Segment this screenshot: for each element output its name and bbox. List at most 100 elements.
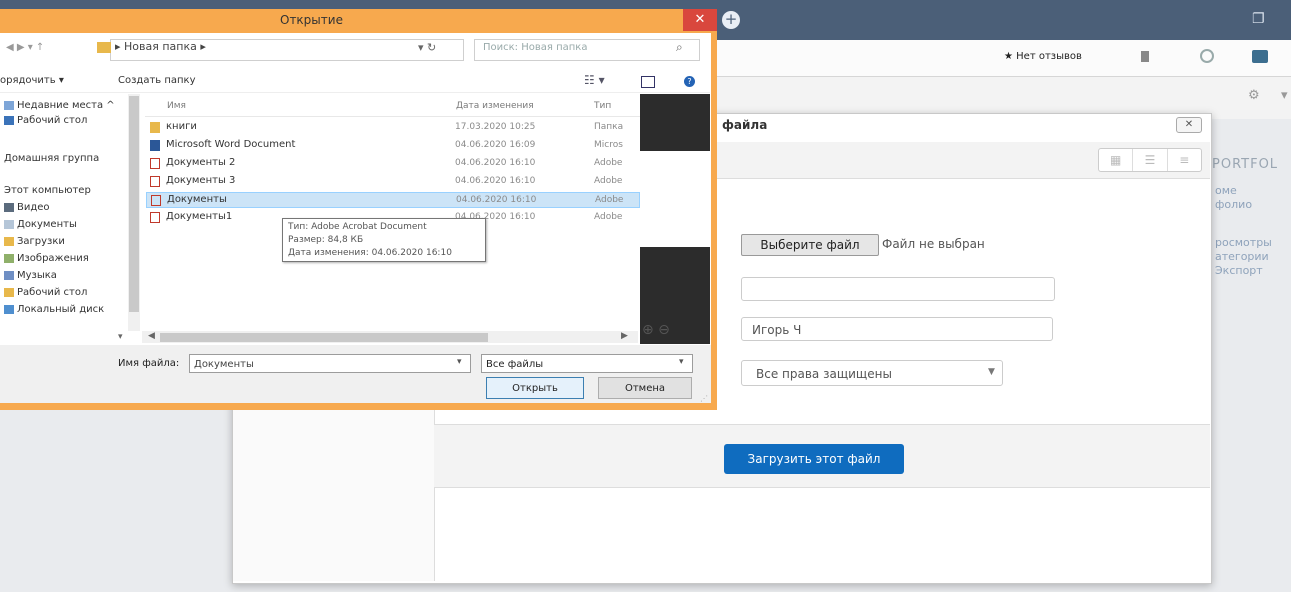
column-header-name[interactable]: Имя [167,101,186,111]
nav-item-homegroup[interactable]: Домашняя группа [0,153,99,164]
file-row[interactable]: Документы 2 04.06.2020 16:10 Adobe [146,156,640,172]
desktop-icon [4,115,14,125]
tree-view-icon[interactable]: ≡ [1168,149,1201,171]
file-row[interactable]: Microsoft Word Document 04.06.2020 16:09… [146,138,640,154]
file-type: Adobe [594,212,623,222]
extension-icon[interactable] [1252,50,1268,63]
file-date: 17.03.2020 10:25 [455,122,536,132]
breadcrumb[interactable]: ▸ Новая папка ▸ [115,40,206,53]
chevron-down-icon[interactable]: ▾ [457,357,462,367]
open-button[interactable]: Открыть [486,377,584,399]
file-row[interactable]: книги 17.03.2020 10:25 Папка [146,120,640,136]
settings-icon[interactable]: ⚙ [1248,88,1260,103]
tooltip-size: Размер: 84,8 КБ [288,235,364,245]
help-icon[interactable]: ? [684,76,695,87]
bookmark-icon[interactable] [1141,51,1149,62]
sidebar-link-home[interactable]: оме [1215,184,1237,197]
file-type: Adobe [595,195,624,205]
file-name: Документы 3 [166,175,236,186]
chevron-down-icon: ▼ [988,367,995,377]
dialog-close-button[interactable]: ✕ [683,9,717,31]
sidebar-link-views[interactable]: росмотры [1215,236,1272,249]
file-date: 04.06.2020 16:10 [455,158,536,168]
nav-item-desktop[interactable]: Рабочий стол [4,115,87,126]
pdf-icon [150,212,160,223]
nav-item-downloads[interactable]: Загрузки [4,236,65,247]
sidebar-heading: PORTFOL [1212,157,1279,172]
file-tooltip: Тип: Adobe Acrobat Document Размер: 84,8… [282,218,486,262]
grid-view-icon[interactable]: ▦ [1099,149,1134,171]
folder-icon [150,122,160,133]
video-icon [4,202,14,212]
window-restore-icon[interactable]: ❐ [1252,11,1265,27]
file-type-filter[interactable]: Все файлы [481,354,693,373]
nav-item-documents[interactable]: Документы [4,219,77,230]
modal-close-button[interactable]: ✕ [1176,117,1202,133]
nav-label: Документы [17,219,77,230]
nav-label: Рабочий стол [17,115,88,126]
nav-label: Загрузки [17,236,65,247]
file-type: Micros [594,140,623,150]
list-view-icon[interactable]: ☰ [1133,149,1168,171]
file-date: 04.06.2020 16:09 [455,140,536,150]
refresh-icon[interactable]: ▾ ↻ [418,41,436,54]
nav-label: Недавние места ^ [17,100,115,111]
nav-item-recent[interactable]: Недавние места ^ [4,100,115,111]
file-name: Microsoft Word Document [166,139,296,150]
chevron-down-icon[interactable]: ▾ [679,357,684,367]
nav-item-music[interactable]: Музыка [4,270,57,281]
organize-button[interactable]: орядочить ▾ [0,75,64,86]
file-name: Документы [167,194,227,205]
nav-item-computer[interactable]: Этот компьютер [0,185,91,196]
pdf-icon [151,195,161,206]
nav-label: Локальный диск [17,304,105,315]
scroll-right-icon[interactable]: ▶ [621,331,628,341]
upload-file-button[interactable]: Загрузить этот файл [724,444,904,474]
change-view-icon[interactable]: ☷ ▾ [584,73,605,87]
file-name-input[interactable]: Документы [189,354,471,373]
file-name-label: Имя файла: [118,358,180,369]
nav-item-local-disk[interactable]: Локальный диск [4,304,104,315]
preview-page [640,151,710,247]
pdf-icon [150,158,160,169]
pictures-icon [4,253,14,263]
nav-item-pictures[interactable]: Изображения [4,253,89,264]
pdf-icon [150,176,160,187]
file-list-scrollbar-thumb[interactable] [160,333,488,342]
save-as-input[interactable] [741,277,1055,301]
scroll-left-icon[interactable]: ◀ [148,331,155,341]
new-folder-button[interactable]: Создать папку [118,75,196,86]
chevron-down-icon[interactable]: ▾ [118,332,123,342]
column-header-date[interactable]: Дата изменения [456,101,534,111]
resize-grip-icon[interactable]: ⋰ [700,394,708,403]
nav-label: Домашняя группа [4,153,100,164]
author-input[interactable]: Игорь Ч [741,317,1053,341]
file-type: Папка [594,122,624,132]
notification-icon[interactable]: ▾ [1281,88,1288,103]
file-row-selected[interactable]: Документы 04.06.2020 16:10 Adobe [146,192,640,208]
nav-scrollbar-thumb[interactable] [129,96,139,312]
search-icon[interactable]: ⌕ [676,40,683,55]
nav-item-video[interactable]: Видео [4,202,50,213]
preview-controls-icon[interactable]: ⊕ ⊖ [642,322,670,338]
sidebar-link-portfolio[interactable]: фолио [1215,198,1252,211]
downloads-icon [4,236,14,246]
preview-pane-icon[interactable] [641,76,655,88]
cancel-button[interactable]: Отмена [598,377,692,399]
choose-file-button[interactable]: Выберите файл [741,234,879,256]
sidebar-link-categories[interactable]: атегории [1215,250,1269,263]
no-reviews-button[interactable]: ★ Нет отзывов [1004,51,1082,62]
back-forward-icons[interactable]: ◀ ▶ ▾ ↑ [6,42,44,53]
column-header-type[interactable]: Тип [594,101,611,111]
sidebar-link-export[interactable]: Экспорт [1215,264,1263,277]
file-date: 04.06.2020 16:10 [456,195,537,205]
nav-item-desktop-2[interactable]: Рабочий стол [4,287,87,298]
tooltip-type: Тип: Adobe Acrobat Document [288,222,427,232]
file-name: книги [166,121,197,132]
modal-title: файла [722,118,768,132]
new-tab-button[interactable]: + [722,11,740,29]
globe-icon[interactable] [1200,49,1214,63]
recent-places-icon [4,100,14,110]
license-select[interactable]: Все права защищены [741,360,1003,386]
file-row[interactable]: Документы 3 04.06.2020 16:10 Adobe [146,174,640,190]
